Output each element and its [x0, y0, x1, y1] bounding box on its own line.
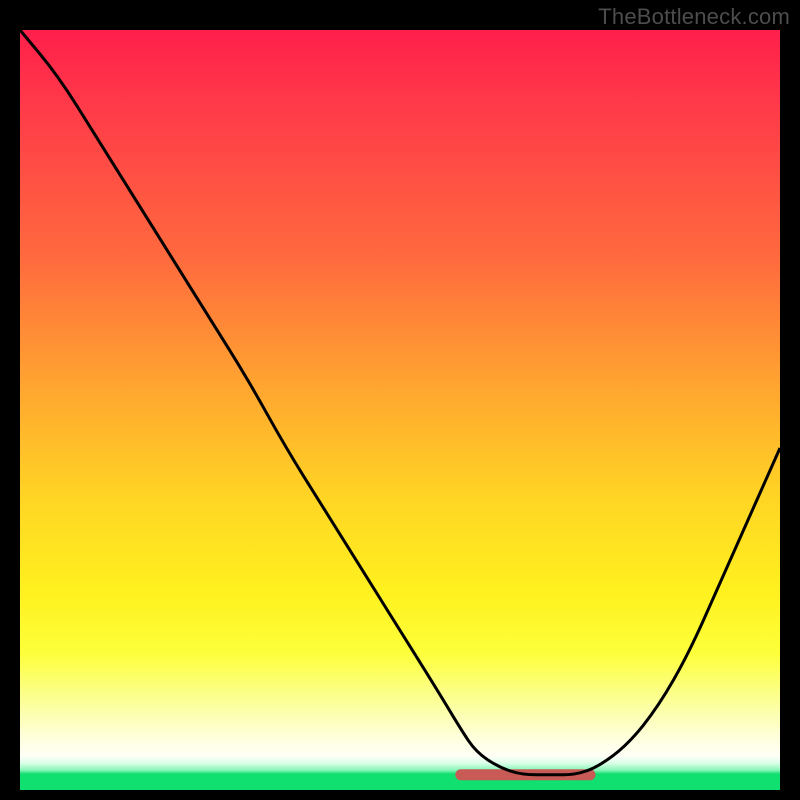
chart-svg: [20, 30, 780, 790]
chart-area: [20, 30, 780, 790]
watermark-text: TheBottleneck.com: [598, 4, 790, 30]
chart-main-curve: [20, 30, 780, 775]
